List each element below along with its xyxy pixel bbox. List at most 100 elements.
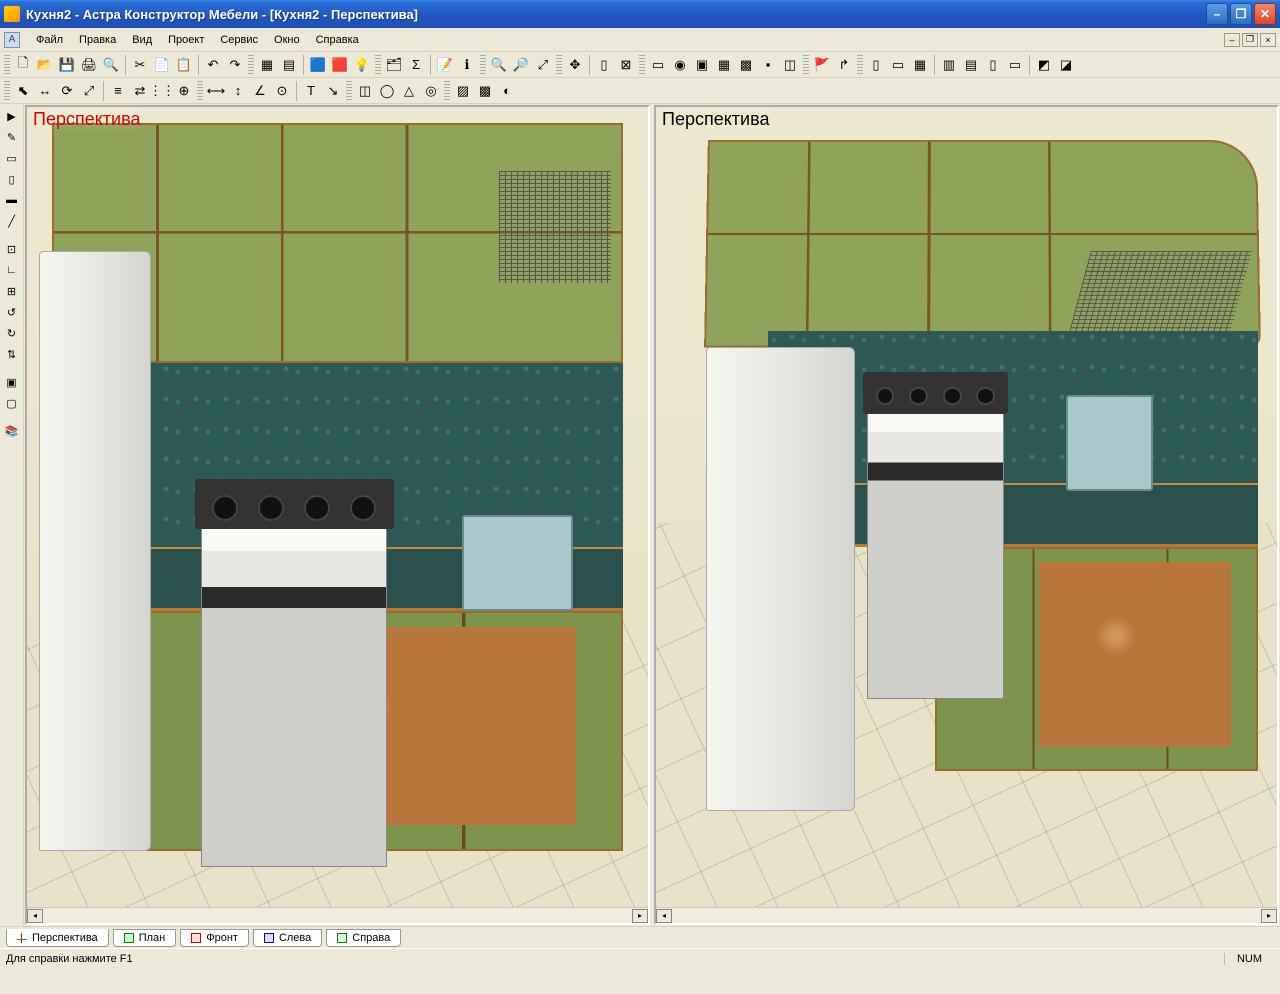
view3-icon[interactable]: ▩ — [735, 54, 757, 76]
zoom-out-icon[interactable]: 🔎 — [510, 54, 532, 76]
tool-rot-icon[interactable]: ⟳ — [56, 80, 78, 102]
tab-right[interactable]: Справа — [326, 929, 401, 947]
flip-icon[interactable]: ⇅ — [2, 344, 22, 364]
zoom-fit-icon[interactable]: ⤢ — [532, 54, 554, 76]
snap3-icon[interactable]: ⊞ — [2, 281, 22, 301]
leader-icon[interactable]: ↘ — [322, 80, 344, 102]
toolbar-grip[interactable] — [4, 55, 10, 75]
props-icon[interactable]: 📝 — [434, 54, 456, 76]
minimize-button[interactable]: – — [1206, 3, 1228, 25]
toolbar-grip[interactable] — [248, 55, 254, 75]
menu-project[interactable]: Проект — [160, 31, 212, 49]
view1-icon[interactable]: ▣ — [691, 54, 713, 76]
door-icon[interactable]: ▯ — [2, 169, 22, 189]
dim-v-icon[interactable]: ↕ — [227, 80, 249, 102]
copy-icon[interactable]: 📄 — [151, 54, 173, 76]
sphere-icon[interactable]: ◯ — [376, 80, 398, 102]
mdi-restore[interactable]: ❐ — [1242, 33, 1258, 47]
cut-icon[interactable]: ✂ — [129, 54, 151, 76]
redo-icon[interactable]: ↷ — [224, 54, 246, 76]
toolbar-grip[interactable] — [4, 81, 10, 101]
cube-icon[interactable]: ◫ — [354, 80, 376, 102]
rotl-icon[interactable]: ↺ — [2, 302, 22, 322]
split4-icon[interactable]: ▦ — [909, 54, 931, 76]
group-icon[interactable]: ▣ — [2, 372, 22, 392]
viewport-3d-right[interactable] — [656, 107, 1277, 907]
toolbar-grip[interactable] — [444, 81, 450, 101]
menu-service[interactable]: Сервис — [212, 31, 266, 49]
shelf-icon[interactable]: ▬ — [2, 190, 22, 210]
hscroll-right[interactable]: ◂ ▸ — [656, 907, 1277, 923]
preview-icon[interactable]: 🔍 — [100, 54, 122, 76]
mdi-minimize[interactable]: – — [1224, 33, 1240, 47]
pan-icon[interactable]: ✥ — [564, 54, 586, 76]
mdi-close[interactable]: × — [1260, 33, 1276, 47]
scroll-right-icon[interactable]: ▸ — [1261, 909, 1277, 923]
scroll-left-icon[interactable]: ◂ — [656, 909, 672, 923]
splitv-icon[interactable]: ▯ — [982, 54, 1004, 76]
hscroll-left[interactable]: ◂ ▸ — [27, 907, 648, 923]
scroll-right-icon[interactable]: ▸ — [632, 909, 648, 923]
dim-r-icon[interactable]: ⊙ — [271, 80, 293, 102]
toolbar-grip[interactable] — [639, 55, 645, 75]
tab-front[interactable]: Фронт — [180, 929, 249, 947]
close-button[interactable]: ✕ — [1254, 3, 1276, 25]
split2-icon[interactable]: ▭ — [887, 54, 909, 76]
new-icon[interactable]: 🗋 — [12, 54, 34, 76]
snap1-icon[interactable]: ⊡ — [2, 239, 22, 259]
menu-help[interactable]: Справка — [308, 31, 367, 49]
paste-icon[interactable]: 📋 — [173, 54, 195, 76]
view4-icon[interactable]: ▪ — [757, 54, 779, 76]
cursor-icon[interactable]: ▶ — [2, 106, 22, 126]
splitr-icon[interactable]: ▤ — [960, 54, 982, 76]
print-icon[interactable]: 🖨 — [78, 54, 100, 76]
toolbar-grip[interactable] — [857, 55, 863, 75]
toolbar-grip[interactable] — [480, 55, 486, 75]
open-icon[interactable]: 📂 — [34, 54, 56, 76]
toolbar-grip[interactable] — [375, 55, 381, 75]
tool-array-icon[interactable]: ⋮⋮ — [151, 80, 173, 102]
tab-left[interactable]: Слева — [253, 929, 322, 947]
save-icon[interactable]: 💾 — [56, 54, 78, 76]
splith-icon[interactable]: ▭ — [1004, 54, 1026, 76]
mat-icon[interactable]: ▨ — [452, 80, 474, 102]
splitl-icon[interactable]: ▥ — [938, 54, 960, 76]
persp-icon[interactable]: ◪ — [1055, 54, 1077, 76]
tool-move-icon[interactable]: ↔ — [34, 80, 56, 102]
cyl-icon[interactable]: ◉ — [669, 54, 691, 76]
tool-join-icon[interactable]: ⊕ — [173, 80, 195, 102]
viewport-3d-left[interactable] — [27, 107, 648, 907]
tool-pick-icon[interactable]: ⬉ — [12, 80, 34, 102]
tool-scale-icon[interactable]: ⤢ — [78, 80, 100, 102]
grid-icon[interactable]: ▦ — [256, 54, 278, 76]
tool-mirror-icon[interactable]: ⇄ — [129, 80, 151, 102]
render-icon[interactable]: ◐ — [496, 80, 518, 102]
maximize-button[interactable]: ❐ — [1230, 3, 1252, 25]
line-icon[interactable]: ╱ — [2, 211, 22, 231]
cone-icon[interactable]: △ — [398, 80, 420, 102]
undo-icon[interactable]: ↶ — [202, 54, 224, 76]
tab-perspective[interactable]: Перспектива — [6, 929, 109, 947]
info-icon[interactable]: ℹ — [456, 54, 478, 76]
menu-edit[interactable]: Правка — [71, 31, 124, 49]
flag-icon[interactable]: 🚩 — [811, 54, 833, 76]
iso-icon[interactable]: ◩ — [1033, 54, 1055, 76]
text-icon[interactable]: T — [300, 80, 322, 102]
hierarchy-icon[interactable]: 🗂 — [383, 54, 405, 76]
menu-view[interactable]: Вид — [124, 31, 160, 49]
toolbar-grip[interactable] — [197, 81, 203, 101]
light-icon[interactable]: 💡 — [351, 54, 373, 76]
view2-icon[interactable]: ▦ — [713, 54, 735, 76]
rotr-icon[interactable]: ↻ — [2, 323, 22, 343]
layer-icon[interactable]: ▤ — [278, 54, 300, 76]
toolbar-grip[interactable] — [556, 55, 562, 75]
toolbar-grip[interactable] — [346, 81, 352, 101]
lib-icon[interactable]: 📚 — [2, 421, 22, 441]
split1-icon[interactable]: ▯ — [865, 54, 887, 76]
panel-icon[interactable]: ▭ — [2, 148, 22, 168]
tool-align-icon[interactable]: ≡ — [107, 80, 129, 102]
ungroup-icon[interactable]: ▢ — [2, 393, 22, 413]
dim-a-icon[interactable]: ∠ — [249, 80, 271, 102]
color2-icon[interactable]: 🟥 — [329, 54, 351, 76]
pencil-icon[interactable]: ✎ — [2, 127, 22, 147]
